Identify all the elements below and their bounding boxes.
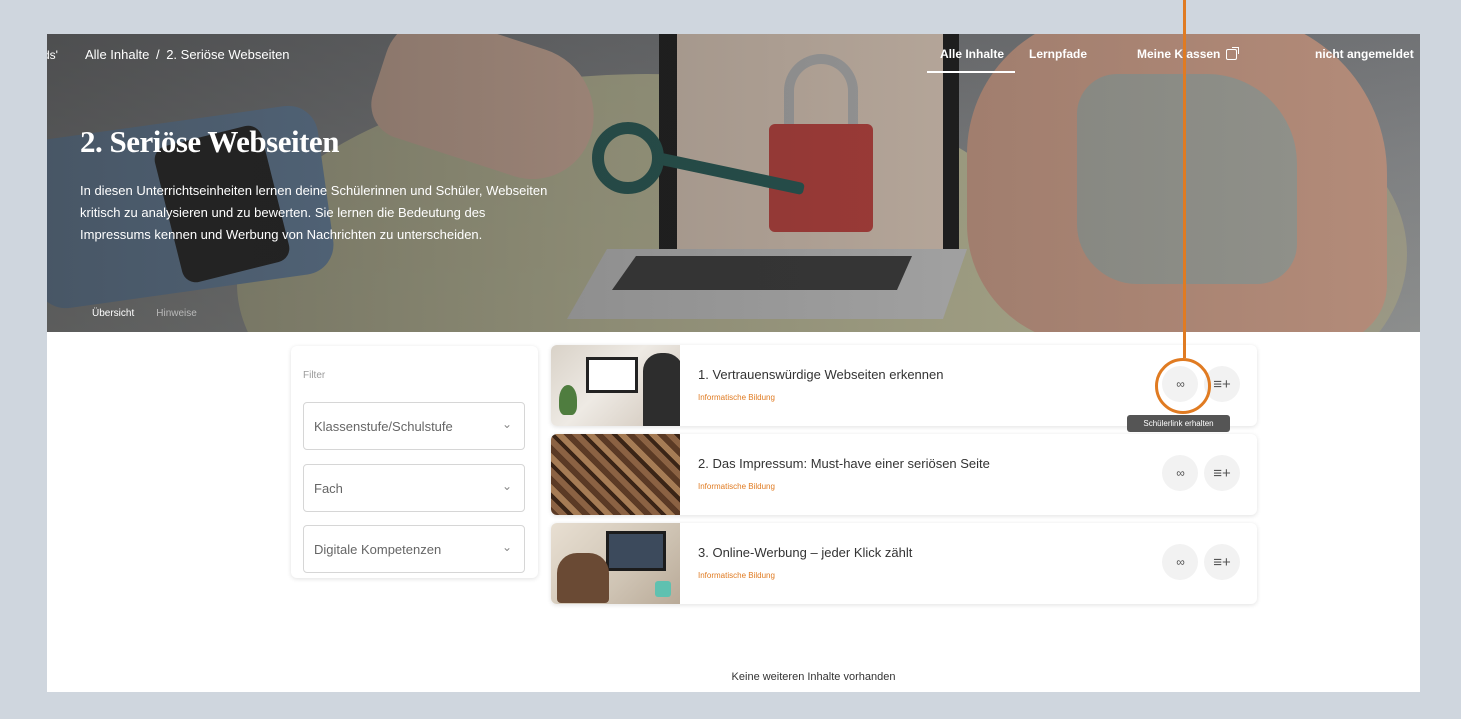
chevron-down-icon: ⌄ — [501, 417, 512, 431]
breadcrumb: Alle Inhalte / 2. Seriöse Webseiten — [85, 47, 293, 62]
nav-my-classes-label: Meine Klassen — [1137, 47, 1221, 61]
no-more-content-note: Keine weiteren Inhalte vorhanden — [731, 671, 896, 683]
lesson-thumbnail — [551, 434, 680, 515]
app-frame: ds' Alle Inhalte / 2. Seriöse Webseiten … — [47, 34, 1420, 692]
lesson-card[interactable]: 3. Online-Werbung – jeder Klick zählt In… — [551, 523, 1257, 604]
breadcrumb-separator: / — [155, 47, 160, 62]
external-link-icon — [1226, 46, 1240, 60]
tab-overview[interactable]: Übersicht — [92, 308, 134, 319]
filter-panel: Filter Klassenstufe/Schulstufe ⌄ Fach ⌄ … — [291, 346, 538, 578]
thumb-monitor — [586, 357, 638, 393]
add-to-list-button[interactable]: ≡+ — [1204, 544, 1240, 580]
lesson-card[interactable]: 2. Das Impressum: Must-have einer seriös… — [551, 434, 1257, 515]
lesson-title[interactable]: 1. Vertrauenswürdige Webseiten erkennen — [698, 367, 943, 382]
add-to-list-button[interactable]: ≡+ — [1204, 455, 1240, 491]
lesson-title[interactable]: 2. Das Impressum: Must-have einer seriös… — [698, 456, 990, 471]
lesson-title[interactable]: 3. Online-Werbung – jeder Klick zählt — [698, 545, 912, 560]
hero-banner: ds' Alle Inhalte / 2. Seriöse Webseiten … — [47, 34, 1420, 332]
hero-tabs: Übersicht Hinweise — [92, 308, 197, 319]
page-description: In diesen Unterrichtseinheiten lernen de… — [80, 183, 548, 242]
thumb-person — [557, 553, 609, 603]
breadcrumb-home-link[interactable]: Alle Inhalte — [85, 47, 149, 62]
nav-all-content[interactable]: Alle Inhalte — [940, 47, 1004, 61]
chevron-down-icon: ⌄ — [501, 540, 512, 554]
grade-select[interactable]: Klassenstufe/Schulstufe ⌄ — [303, 402, 525, 450]
thumb-laptop — [606, 531, 666, 571]
annotation-pointer-line — [1183, 0, 1186, 358]
login-status[interactable]: nicht angemeldet — [1315, 47, 1414, 61]
grade-select-label: Klassenstufe/Schulstufe — [314, 419, 453, 434]
student-link-button[interactable]: ∞ — [1162, 544, 1198, 580]
skills-select[interactable]: Digitale Kompetenzen ⌄ — [303, 525, 525, 573]
subject-select[interactable]: Fach ⌄ — [303, 464, 525, 512]
thumb-plant — [559, 385, 577, 415]
thumb-cup — [655, 581, 671, 597]
page-title: 2. Seriöse Webseiten — [80, 124, 339, 159]
nav-active-indicator — [927, 71, 1015, 73]
annotation-highlight-circle — [1155, 358, 1211, 414]
tooltip: Schülerlink erhalten — [1127, 415, 1230, 432]
tab-notes[interactable]: Hinweise — [156, 308, 197, 319]
nav-my-classes[interactable]: Meine Klassen — [1137, 46, 1240, 61]
lesson-card[interactable]: 1. Vertrauenswürdige Webseiten erkennen … — [551, 345, 1257, 426]
top-navigation: ds' Alle Inhalte / 2. Seriöse Webseiten … — [47, 34, 1420, 76]
lesson-subject: Informatische Bildung — [698, 571, 775, 580]
breadcrumb-current: 2. Seriöse Webseiten — [166, 47, 290, 62]
student-link-button[interactable]: ∞ — [1162, 455, 1198, 491]
lesson-thumbnail — [551, 345, 680, 426]
thumb-person — [643, 353, 680, 426]
logo-fragment[interactable]: ds' — [47, 48, 58, 62]
filter-heading: Filter — [303, 370, 326, 381]
lesson-subject: Informatische Bildung — [698, 482, 775, 491]
nav-learning-paths[interactable]: Lernpfade — [1029, 47, 1087, 61]
skills-select-label: Digitale Kompetenzen — [314, 542, 442, 557]
chevron-down-icon: ⌄ — [501, 479, 512, 493]
subject-select-label: Fach — [314, 481, 343, 496]
lesson-subject: Informatische Bildung — [698, 393, 775, 402]
lesson-thumbnail — [551, 523, 680, 604]
